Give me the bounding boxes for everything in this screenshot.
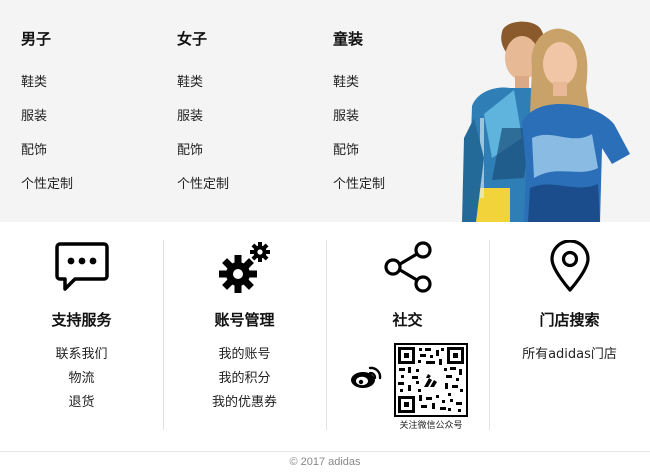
category-men: 男子 鞋类 服装 配饰 个性定制 [21,28,161,208]
qr-caption: 关注微信公众号 [399,421,463,431]
kids-link-shoes[interactable]: 鞋类 [333,72,473,106]
women-link-customize[interactable]: 个性定制 [177,174,317,208]
share-icon[interactable] [381,240,435,294]
women-link-apparel[interactable]: 服装 [177,106,317,140]
kids-link-apparel[interactable]: 服装 [333,106,473,140]
category-list-men: 鞋类 服装 配饰 个性定制 [21,72,161,208]
services-section: 支持服务 联系我们 物流 退货 账号管理 我的账号 我的积分 我的优惠券 社交 … [0,222,650,454]
social-title: 社交 [392,311,423,329]
women-link-accessories[interactable]: 配饰 [177,140,317,174]
models-image [462,21,630,222]
weibo-icon[interactable] [350,365,382,389]
support-links: 联系我们 物流 退货 [0,344,163,416]
social-column: 社交 关注微信公众号 [326,222,489,432]
store-finder-column: 门店搜索 所有adidas门店 [489,222,650,432]
all-stores-link[interactable]: 所有adidas门店 [489,344,650,368]
category-kids: 童装 鞋类 服装 配饰 个性定制 [333,28,473,208]
my-account-link[interactable]: 我的账号 [163,344,326,368]
category-title-women[interactable]: 女子 [177,28,317,50]
category-title-kids[interactable]: 童装 [333,28,473,50]
account-links: 我的账号 我的积分 我的优惠券 [163,344,326,416]
category-women: 女子 鞋类 服装 配饰 个性定制 [177,28,317,208]
chat-bubble-icon[interactable] [54,240,109,294]
category-list-kids: 鞋类 服装 配饰 个性定制 [333,72,473,208]
women-link-shoes[interactable]: 鞋类 [177,72,317,106]
gears-icon[interactable] [218,240,272,294]
my-coupons-link[interactable]: 我的优惠券 [163,392,326,416]
support-service-column: 支持服务 联系我们 物流 退货 [0,222,163,432]
men-link-accessories[interactable]: 配饰 [21,140,161,174]
account-management-column: 账号管理 我的账号 我的积分 我的优惠券 [163,222,326,432]
kids-link-customize[interactable]: 个性定制 [333,174,473,208]
footer-divider [0,451,650,452]
shipping-link[interactable]: 物流 [0,368,163,392]
returns-link[interactable]: 退货 [0,392,163,416]
qr-code-image [394,343,468,417]
my-points-link[interactable]: 我的积分 [163,368,326,392]
store-finder-title: 门店搜索 [539,311,600,329]
contact-us-link[interactable]: 联系我们 [0,344,163,368]
kids-link-accessories[interactable]: 配饰 [333,140,473,174]
men-link-apparel[interactable]: 服装 [21,106,161,140]
men-link-customize[interactable]: 个性定制 [21,174,161,208]
category-title-men[interactable]: 男子 [21,28,161,50]
category-list-women: 鞋类 服装 配饰 个性定制 [177,72,317,208]
location-pin-icon[interactable] [543,240,597,294]
support-service-title: 支持服务 [51,311,112,329]
account-management-title: 账号管理 [214,311,275,329]
men-link-shoes[interactable]: 鞋类 [21,72,161,106]
store-links: 所有adidas门店 [489,344,650,368]
copyright-text: © 2017 adidas [289,456,361,468]
category-section: 男子 鞋类 服装 配饰 个性定制 女子 鞋类 服装 配饰 个性定制 童装 鞋类 … [0,0,650,222]
